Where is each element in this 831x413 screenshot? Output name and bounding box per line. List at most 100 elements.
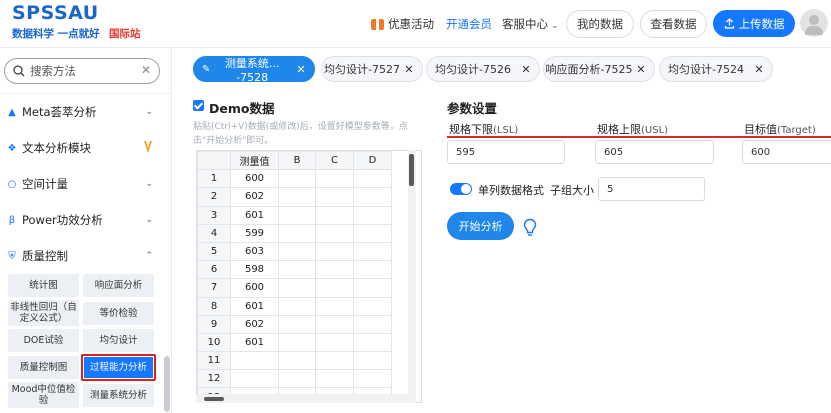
tab-uniform-design-7526[interactable]: 均匀设计-7526 ✕ bbox=[426, 56, 540, 82]
grid-cell[interactable] bbox=[315, 332, 354, 353]
grid-cell[interactable] bbox=[278, 223, 316, 243]
sub-item-measurement-system[interactable]: 测量系统分析 bbox=[83, 384, 154, 407]
sub-item-doe[interactable]: DOE试验 bbox=[8, 329, 79, 352]
grid-cell[interactable]: 602 bbox=[230, 187, 279, 207]
grid-cell[interactable] bbox=[315, 278, 354, 298]
sidebar-item-quality[interactable]: ⛨ 质量控制 ⌃ bbox=[0, 245, 165, 267]
grid-cell[interactable] bbox=[353, 223, 392, 243]
grid-cell[interactable] bbox=[230, 351, 279, 371]
column-header[interactable]: C bbox=[315, 151, 354, 171]
service-center-menu[interactable]: 客服中心 ⌄ bbox=[502, 16, 559, 32]
grid-cell[interactable] bbox=[353, 241, 392, 262]
grid-cell[interactable] bbox=[353, 205, 392, 225]
grid-cell[interactable] bbox=[278, 332, 316, 353]
grid-cell[interactable] bbox=[315, 351, 354, 371]
column-header[interactable]: D bbox=[353, 151, 392, 171]
grid-cell[interactable] bbox=[278, 205, 316, 225]
sub-item-control-chart[interactable]: 质量控制图 bbox=[8, 356, 79, 379]
grid-horizontal-scrollbar[interactable] bbox=[196, 394, 408, 403]
view-data-button[interactable]: 查看数据 bbox=[640, 10, 707, 38]
grid-cell[interactable] bbox=[315, 187, 354, 207]
grid-cell[interactable] bbox=[353, 332, 392, 353]
grid-cell[interactable] bbox=[353, 187, 392, 207]
vip-link[interactable]: 开通会员 bbox=[446, 16, 492, 32]
close-icon[interactable]: ✕ bbox=[634, 63, 648, 76]
grid-cell[interactable] bbox=[353, 169, 392, 189]
grid-cell[interactable] bbox=[278, 260, 316, 280]
grid-cell[interactable] bbox=[315, 223, 354, 243]
grid-cell[interactable] bbox=[278, 278, 316, 298]
close-icon[interactable]: ✕ bbox=[752, 63, 766, 76]
data-grid[interactable]: 测量值 B C D 1 600 2 602 3 601 4 599 5 603 6 598 7 600 8 6… bbox=[196, 150, 422, 403]
grid-cell[interactable] bbox=[315, 369, 354, 389]
usl-input[interactable]: 605 bbox=[595, 140, 714, 164]
group-size-input[interactable]: 5 bbox=[598, 177, 705, 201]
sidebar-item-meta[interactable]: ▲ Meta荟萃分析 ⌄ bbox=[0, 101, 165, 123]
logo[interactable]: SPSSAU bbox=[12, 2, 99, 24]
grid-cell[interactable] bbox=[353, 351, 392, 371]
column-header[interactable]: B bbox=[278, 151, 316, 171]
tab-uniform-design-7527[interactable]: 均匀设计-7527 ✕ bbox=[321, 56, 423, 82]
promo-link[interactable]: 优惠活动 bbox=[371, 15, 434, 33]
grid-cell[interactable] bbox=[315, 314, 354, 334]
sub-item-statistical-chart[interactable]: 统计图 bbox=[8, 274, 79, 297]
grid-cell[interactable] bbox=[315, 205, 354, 225]
sub-item-response-surface[interactable]: 响应面分析 bbox=[83, 274, 154, 297]
grid-vertical-scrollbar[interactable] bbox=[408, 150, 416, 403]
grid-cell[interactable] bbox=[278, 314, 316, 334]
sub-item-nonlinear-regression[interactable]: 非线性回归（自定义公式） bbox=[8, 300, 79, 326]
close-icon[interactable]: ✕ bbox=[402, 63, 416, 76]
grid-cell[interactable] bbox=[315, 296, 354, 316]
grid-cell[interactable]: 600 bbox=[230, 169, 279, 189]
tab-uniform-design-7524[interactable]: 均匀设计-7524 ✕ bbox=[659, 56, 773, 82]
clear-icon[interactable]: ✕ bbox=[141, 63, 151, 77]
grid-cell[interactable] bbox=[230, 369, 279, 389]
grid-cell[interactable] bbox=[315, 260, 354, 280]
grid-cell[interactable] bbox=[315, 169, 354, 189]
grid-cell[interactable] bbox=[353, 296, 392, 316]
avatar[interactable] bbox=[800, 9, 828, 37]
tab-response-surface-7525[interactable]: 响应面分析-7525 ✕ bbox=[543, 56, 655, 82]
close-icon[interactable]: ✕ bbox=[519, 63, 533, 76]
grid-cell[interactable] bbox=[278, 241, 316, 262]
grid-cell[interactable] bbox=[278, 296, 316, 316]
sidebar-scrollbar[interactable] bbox=[164, 356, 170, 412]
grid-cell[interactable]: 600 bbox=[230, 278, 279, 298]
grid-cell[interactable]: 601 bbox=[230, 296, 279, 316]
grid-cell[interactable] bbox=[278, 187, 316, 207]
my-data-button[interactable]: 我的数据 bbox=[566, 10, 634, 38]
grid-cell[interactable]: 601 bbox=[230, 205, 279, 225]
sidebar-item-power[interactable]: β Power功效分析 ⌄ bbox=[0, 209, 165, 231]
grid-cell[interactable]: 599 bbox=[230, 223, 279, 243]
lsl-input[interactable]: 595 bbox=[447, 140, 565, 164]
intl-site-link[interactable]: 国际站 bbox=[109, 26, 141, 41]
upload-data-button[interactable]: 上传数据 bbox=[713, 10, 795, 37]
grid-cell[interactable] bbox=[353, 278, 392, 298]
grid-cell[interactable] bbox=[278, 351, 316, 371]
single-column-toggle[interactable] bbox=[450, 183, 472, 195]
start-analysis-button[interactable]: 开始分析 bbox=[447, 212, 514, 240]
sub-item-mood-median[interactable]: Mood中位值检验 bbox=[8, 382, 79, 408]
search-input[interactable]: 搜索方法 ✕ bbox=[4, 58, 160, 84]
tab-measurement-system[interactable]: ✎ 测量系统... -7528 ✕ bbox=[193, 56, 315, 84]
grid-cell[interactable] bbox=[353, 260, 392, 280]
grid-cell[interactable]: 603 bbox=[230, 241, 279, 262]
grid-cell[interactable]: 601 bbox=[230, 332, 279, 353]
demo-checkbox[interactable] bbox=[193, 100, 204, 111]
grid-cell[interactable]: 602 bbox=[230, 314, 279, 334]
sub-item-equivalence-test[interactable]: 等价检验 bbox=[83, 302, 154, 325]
column-header[interactable]: 测量值 bbox=[230, 151, 279, 171]
scroll-thumb[interactable] bbox=[409, 154, 414, 186]
grid-cell[interactable] bbox=[353, 314, 392, 334]
sidebar-item-spatial[interactable]: ○ 空间计量 ⌄ bbox=[0, 173, 165, 195]
sub-item-uniform-design[interactable]: 均匀设计 bbox=[83, 329, 154, 352]
grid-cell[interactable]: 598 bbox=[230, 260, 279, 280]
close-icon[interactable]: ✕ bbox=[294, 63, 308, 76]
sidebar-item-text-analysis[interactable]: ❖ 文本分析模块 bbox=[0, 137, 165, 159]
grid-cell[interactable] bbox=[278, 169, 316, 189]
grid-cell[interactable] bbox=[353, 369, 392, 389]
sub-item-process-capability[interactable]: 过程能力分析 bbox=[81, 354, 156, 381]
target-input[interactable]: 600 bbox=[742, 140, 831, 164]
scroll-thumb[interactable] bbox=[204, 397, 224, 401]
grid-cell[interactable] bbox=[315, 241, 354, 262]
